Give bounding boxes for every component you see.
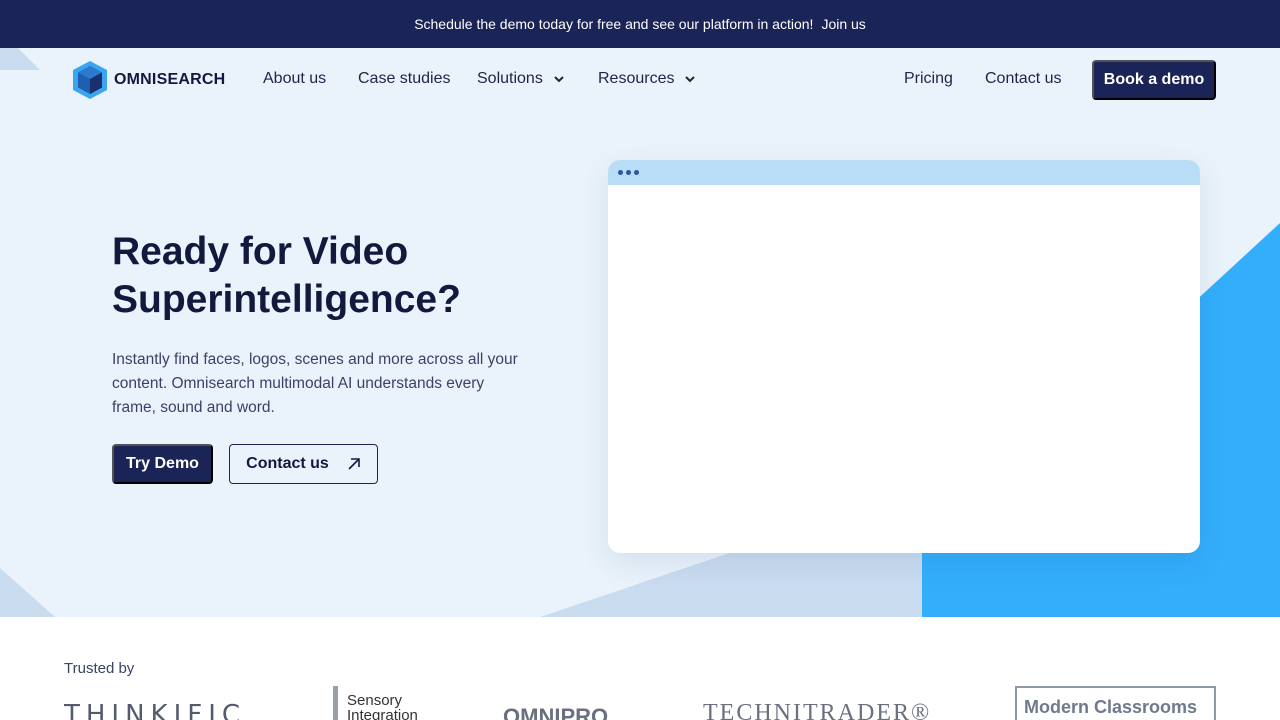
chevron-down-icon [554, 76, 564, 83]
hero-headline-line2: Superintelligence? [112, 278, 461, 321]
window-dot-icon [618, 170, 623, 175]
nav-about[interactable]: About us [263, 70, 326, 88]
hero-headline-line1: Ready for Video [112, 230, 409, 273]
nav-resources-label: Resources [598, 70, 675, 87]
chevron-down-icon [685, 76, 696, 83]
client-logo-modern-classrooms: Modern Classrooms [1015, 686, 1216, 720]
nav-resources[interactable]: Resources [598, 70, 696, 88]
window-dot-icon [634, 170, 639, 175]
nav-case-studies[interactable]: Case studies [358, 70, 451, 88]
try-demo-button[interactable]: Try Demo [112, 444, 213, 484]
demo-window [608, 160, 1200, 553]
nav-solutions[interactable]: Solutions [477, 70, 565, 88]
contact-us-label: Contact us [246, 455, 329, 472]
hero-subtitle: Instantly find faces, logos, scenes and … [112, 351, 518, 416]
client-logo-thinkific: THINKIFIC [64, 700, 247, 720]
client-logo-technitrader: TECHNITRADER® [703, 700, 932, 720]
nav-pricing[interactable]: Pricing [904, 70, 953, 88]
join-us-link[interactable]: Join us [821, 16, 865, 32]
nav-solutions-label: Solutions [477, 70, 543, 87]
brand-name: OMNISEARCH [114, 71, 226, 88]
announcement-message: Schedule the demo today for free and see… [414, 16, 814, 32]
client-logo-omnipro: OMNIPRO [503, 704, 609, 720]
window-dot-icon [626, 170, 631, 175]
client-logo-sensory-integration: Sensory Integration [333, 686, 443, 720]
omnisearch-logo-icon [73, 61, 107, 99]
arrow-up-right-icon [348, 458, 360, 470]
nav-contact[interactable]: Contact us [985, 70, 1061, 88]
contact-us-button[interactable]: Contact us [229, 444, 378, 484]
hero-headline: Ready for Video Superintelligence? [112, 228, 552, 324]
brand-logo[interactable]: OMNISEARCH [70, 60, 225, 100]
announcement-bar: Schedule the demo today for free and see… [0, 0, 1280, 48]
main-nav: OMNISEARCH About us Case studies Solutio… [0, 48, 1280, 112]
book-demo-button[interactable]: Book a demo [1092, 60, 1216, 100]
trusted-by-label: Trusted by [64, 660, 135, 677]
window-titlebar [608, 160, 1200, 185]
